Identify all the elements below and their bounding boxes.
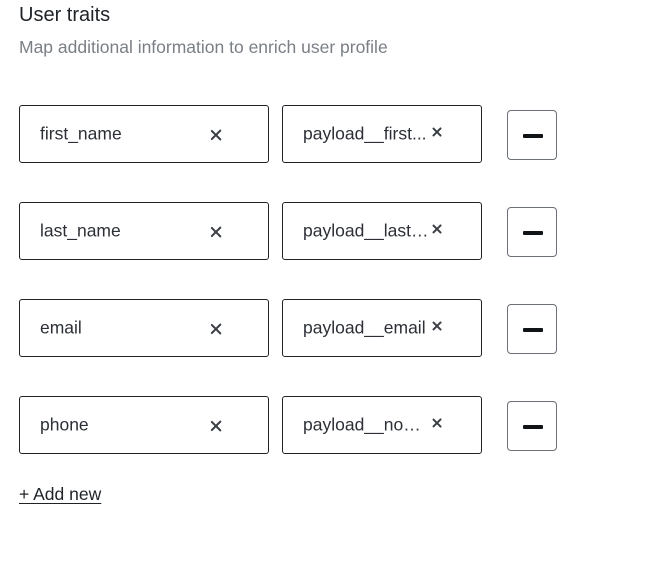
section-title: User traits (19, 4, 111, 26)
close-icon[interactable] (207, 320, 225, 338)
trait-key-value: last_name (40, 220, 121, 241)
trait-key-field[interactable]: email (19, 299, 269, 357)
remove-trait-button[interactable] (507, 401, 557, 451)
trait-key-field[interactable]: first_name (19, 105, 269, 163)
close-icon[interactable] (207, 223, 225, 241)
trait-value-field[interactable]: payload__email (282, 299, 482, 357)
remove-trait-button[interactable] (507, 304, 557, 354)
close-icon[interactable] (428, 317, 446, 335)
section-subtitle: Map additional information to enrich use… (19, 37, 388, 57)
minus-icon (523, 328, 543, 332)
minus-icon (523, 425, 543, 429)
trait-value-field[interactable]: payload__last_... (282, 202, 482, 260)
trait-value-field[interactable]: payload__first... (282, 105, 482, 163)
trait-value-field[interactable]: payload__no_s... (282, 396, 482, 454)
minus-icon (523, 231, 543, 235)
trait-value-value: payload__no_s... (303, 414, 430, 435)
trait-key-value: phone (40, 414, 89, 435)
remove-trait-button[interactable] (507, 110, 557, 160)
trait-key-value: email (40, 317, 82, 338)
trait-value-value: payload__first... (303, 123, 427, 144)
close-icon[interactable] (428, 123, 446, 141)
trait-key-field[interactable]: last_name (19, 202, 269, 260)
trait-key-value: first_name (40, 123, 122, 144)
trait-key-field[interactable]: phone (19, 396, 269, 454)
close-icon[interactable] (428, 414, 446, 432)
close-icon[interactable] (207, 126, 225, 144)
remove-trait-button[interactable] (507, 207, 557, 257)
minus-icon (523, 134, 543, 138)
trait-value-value: payload__last_... (303, 220, 430, 241)
close-icon[interactable] (428, 220, 446, 238)
trait-value-value: payload__email (303, 317, 426, 338)
close-icon[interactable] (207, 417, 225, 435)
add-new-link[interactable]: + Add new (19, 483, 101, 505)
